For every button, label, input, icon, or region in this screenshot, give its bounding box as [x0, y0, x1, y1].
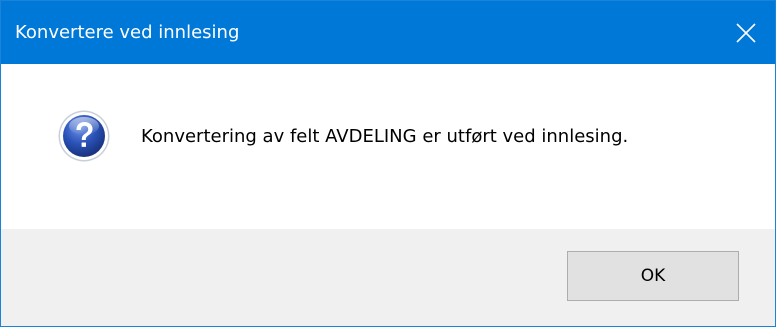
dialog-message: Konvertering av felt AVDELING er utført … [141, 126, 629, 147]
dialog-content: Konvertering av felt AVDELING er utført … [1, 64, 775, 229]
question-icon [58, 110, 110, 162]
ok-button[interactable]: OK [567, 251, 739, 301]
window-title: Konvertere ved innlesing [15, 22, 240, 43]
title-bar[interactable]: Konvertere ved innlesing [1, 1, 775, 64]
close-icon [736, 22, 756, 43]
close-button[interactable] [717, 1, 775, 64]
dialog-footer: OK [1, 229, 775, 326]
message-dialog: Konvertere ved innlesing Konvertering av… [0, 0, 776, 327]
